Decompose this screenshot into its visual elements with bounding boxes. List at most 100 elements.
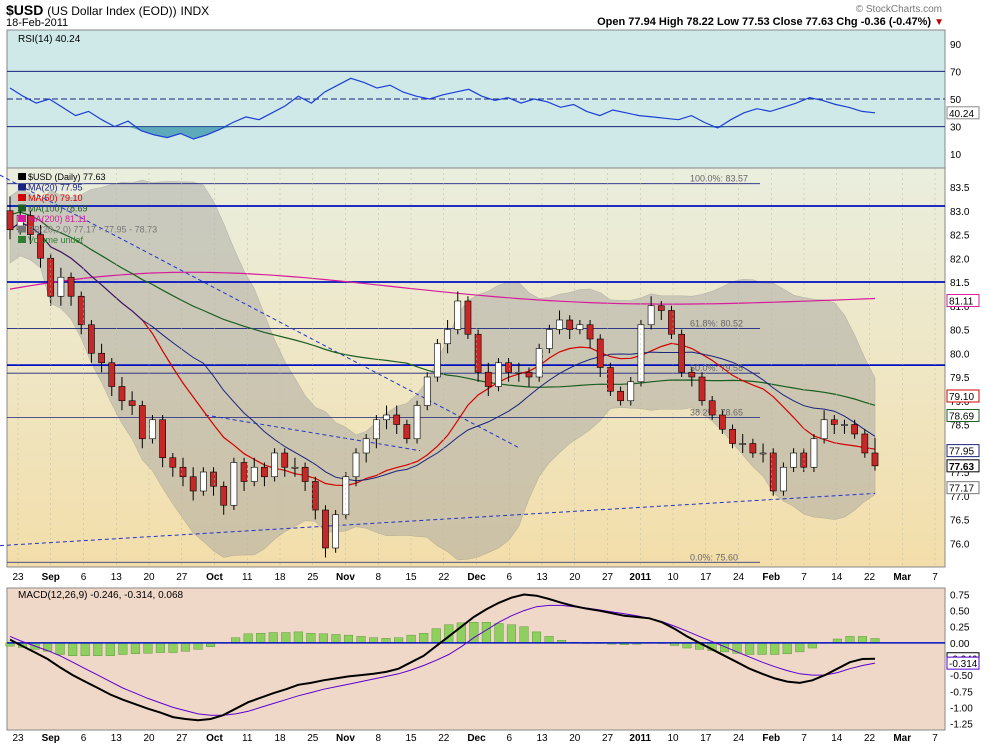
x-tick-label-bottom: 15 — [405, 733, 417, 744]
candle-body — [423, 376, 431, 406]
legend-entry: MA(50) 79.10 — [28, 193, 83, 203]
candle-body — [434, 343, 441, 378]
candle-body — [698, 376, 706, 402]
x-tick-label-bottom: 20 — [143, 733, 155, 744]
candle-body — [739, 443, 747, 445]
price-value-badge-text: 77.17 — [949, 484, 974, 495]
x-tick-label-bottom: 10 — [667, 733, 679, 744]
macd-panel: 0.750.500.250.00-0.25-0.50-0.75-1.00-1.2… — [5, 587, 980, 731]
candle-body — [474, 333, 482, 373]
x-tick-label: 13 — [111, 572, 123, 583]
x-tick-label: 24 — [733, 572, 745, 583]
candle-body — [128, 400, 136, 406]
candle-body — [322, 509, 329, 549]
x-tick-label-bottom: 14 — [831, 733, 843, 744]
candle-body — [861, 433, 869, 454]
fibonacci-level-label: 50.0%: 79.58 — [690, 363, 743, 373]
x-tick-label-bottom: 7 — [801, 733, 807, 744]
candle-body — [118, 386, 126, 402]
macd-histogram-bar — [795, 642, 805, 653]
legend-swatch — [18, 173, 26, 180]
macd-histogram-bar — [318, 633, 328, 644]
macd-histogram-bar — [782, 642, 792, 655]
x-tick-label-bottom: Mar — [893, 733, 911, 744]
candle-body — [403, 424, 411, 440]
candle-body — [790, 452, 797, 468]
stock-chart: 10 30 50 70 90 RSI(14) 40.24 40.24 76.0 76.5 77.… — [0, 29, 980, 744]
x-tick-label: 2011 — [629, 572, 651, 583]
candle-body — [301, 466, 309, 482]
price-tick-label: 82.0 — [950, 254, 970, 265]
candle-body — [169, 457, 177, 468]
candle-body — [830, 419, 838, 425]
candle-body — [393, 414, 401, 425]
rsi-tick-label: 50 — [950, 95, 962, 106]
candle-body — [800, 452, 808, 468]
candle-body — [67, 276, 75, 297]
candle-body — [820, 419, 828, 440]
macd-tick-label: 0.50 — [950, 607, 970, 618]
candle-body — [6, 210, 14, 231]
macd-histogram-bar — [519, 626, 529, 644]
x-tick-label: 7 — [932, 572, 938, 583]
x-tick-label: 11 — [242, 572, 253, 583]
macd-histogram-bar — [293, 631, 303, 644]
macd-histogram-bar — [155, 642, 165, 653]
macd-histogram-bar — [431, 628, 441, 644]
candle-body — [841, 424, 848, 426]
macd-tick-label: 0.25 — [950, 623, 970, 634]
macd-tick-label: -0.75 — [950, 687, 973, 698]
candle-body — [596, 338, 604, 368]
x-tick-label-bottom: 27 — [176, 733, 188, 744]
x-tick-label-bottom: 27 — [602, 733, 614, 744]
macd-histogram-bar — [130, 642, 140, 655]
fibonacci-level-label: 100.0%: 83.57 — [690, 174, 748, 184]
candle-body — [261, 466, 268, 478]
candle-body — [535, 348, 543, 378]
rsi-panel: 10 30 50 70 90 RSI(14) 40.24 40.24 — [6, 29, 980, 169]
fibonacci-level-label: 61.8%: 80.52 — [690, 319, 743, 329]
price-tick-label: 82.5 — [950, 231, 970, 242]
price-tick-label: 80.0 — [950, 349, 970, 360]
x-tick-label: 20 — [143, 572, 155, 583]
candle-body — [240, 462, 248, 482]
candle-body — [556, 319, 563, 330]
macd-histogram-bar — [770, 642, 780, 655]
candle-body — [718, 414, 726, 430]
candle-body — [149, 419, 156, 440]
legend-swatch — [18, 194, 26, 201]
candle-body — [495, 362, 502, 387]
candle-body — [484, 371, 492, 387]
macd-histogram-bar — [494, 623, 504, 644]
x-tick-label-bottom: Oct — [206, 733, 223, 744]
candle-body — [200, 471, 207, 492]
macd-histogram-bar — [720, 642, 730, 653]
candle-body — [668, 310, 675, 335]
macd-histogram-bar — [406, 634, 416, 644]
candle-body — [88, 324, 95, 354]
x-tick-label-bottom: Dec — [467, 733, 486, 744]
candle-body — [576, 324, 584, 330]
macd-histogram-bar — [80, 642, 90, 656]
macd-histogram-bar — [343, 634, 354, 644]
x-tick-label-bottom: 8 — [375, 733, 381, 744]
x-tick-label: 6 — [506, 572, 512, 583]
candle-body — [729, 428, 736, 444]
candle-body — [627, 381, 635, 402]
candle-body — [810, 438, 818, 468]
price-tick-label: 76.5 — [950, 516, 970, 527]
x-tick-label-bottom: Feb — [762, 733, 780, 744]
macd-histogram-bar — [193, 642, 203, 650]
rsi-tick-label: 30 — [950, 123, 962, 134]
x-tick-label: Dec — [467, 572, 486, 583]
legend-entry: MA(20) 77.95 — [28, 183, 83, 193]
candle-body — [281, 452, 289, 468]
x-tick-label: Oct — [206, 572, 223, 583]
x-tick-label-bottom: 23 — [12, 733, 24, 744]
macd-histogram-bar — [757, 642, 767, 655]
legend-entry: MA(100) 78.69 — [28, 204, 88, 214]
fibonacci-level-label: 0.0%: 75.60 — [690, 552, 738, 562]
legend-swatch — [18, 236, 26, 243]
rsi-tick-label: 10 — [950, 150, 962, 161]
candle-body — [159, 419, 166, 459]
